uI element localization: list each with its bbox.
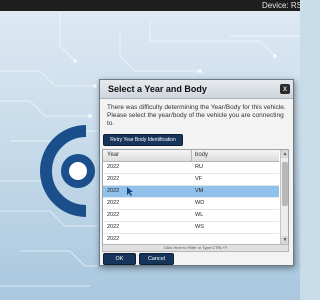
cell-year: 2022 — [107, 188, 120, 194]
cell-year: 2022 — [107, 176, 120, 182]
cell-body: WS — [195, 224, 204, 230]
year-body-grid: Year body 2022 RU 2022 VF 2022 VM 2022 W… — [102, 149, 289, 245]
cancel-button[interactable]: Cancel — [139, 253, 174, 265]
scrollbar-thumb[interactable] — [282, 162, 288, 206]
grid-header: Year body — [103, 150, 279, 162]
column-header-year[interactable]: Year — [107, 150, 119, 161]
column-divider — [191, 150, 192, 161]
cell-body: VF — [195, 176, 203, 182]
scroll-down-icon[interactable]: ▼ — [281, 236, 288, 244]
ok-button[interactable]: OK — [103, 253, 136, 265]
filter-bar[interactable]: Click Here to Filter or Type CTRL+F — [102, 244, 289, 252]
logo-mark — [40, 125, 95, 217]
mouse-cursor-icon — [127, 187, 133, 196]
cell-year: 2022 — [107, 212, 120, 218]
device-label: Device: RS — [262, 1, 303, 10]
retry-identification-button[interactable]: Retry Year Body Identification — [103, 134, 183, 146]
cell-year: 2022 — [107, 224, 120, 230]
cell-year: 2022 — [107, 164, 120, 170]
table-row[interactable]: 2022 WD — [103, 198, 279, 210]
table-row[interactable]: 2022 VF — [103, 174, 279, 186]
grid-scrollbar[interactable]: ▲ ▼ — [280, 150, 288, 244]
table-row[interactable]: 2022 WS — [103, 222, 279, 234]
cell-year: 2022 — [107, 200, 120, 206]
cell-body: VM — [195, 188, 204, 194]
dialog-title-bar: Select a Year and Body x — [100, 80, 293, 99]
column-header-body[interactable]: body — [195, 150, 208, 161]
top-bar: Device: RS — [0, 0, 303, 11]
close-icon[interactable]: x — [280, 84, 290, 94]
scroll-up-icon[interactable]: ▲ — [281, 150, 288, 158]
table-row[interactable]: 2022 RU — [103, 162, 279, 174]
dialog-title: Select a Year and Body — [108, 84, 207, 94]
table-row[interactable]: 2022 WL — [103, 210, 279, 222]
dialog-message: There was difficulty determining the Yea… — [107, 104, 286, 127]
cell-body: WD — [195, 200, 205, 206]
cell-body: RU — [195, 164, 203, 170]
table-row-selected[interactable]: 2022 VM — [103, 186, 279, 198]
cell-body: WL — [195, 212, 204, 218]
